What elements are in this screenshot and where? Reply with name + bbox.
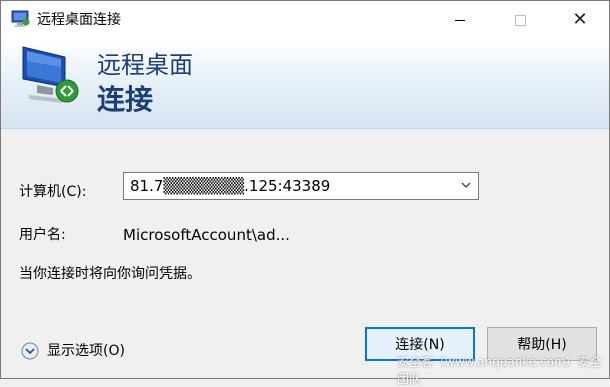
minimize-icon (455, 19, 465, 21)
remote-desktop-icon (11, 10, 30, 27)
username-value: MicrosoftAccount\ad... (123, 226, 290, 244)
banner-divider (1, 128, 609, 129)
credentials-info-text: 当你连接时将向你询问凭据。 (19, 266, 201, 282)
watermark-text: 安全客（www.anquanke.com）安全团队 (397, 355, 602, 386)
close-button[interactable]: ✕ (557, 1, 603, 39)
close-icon: ✕ (572, 9, 588, 30)
show-options-toggle[interactable]: 显示选项(O) (21, 341, 125, 361)
title-bar[interactable]: 远程桌面连接 ✕ (1, 1, 609, 39)
computer-label: 计算机(C): (19, 184, 87, 200)
remote-desktop-large-icon (22, 46, 79, 103)
maximize-icon (514, 14, 526, 26)
computer-combobox[interactable]: 81.7▒▒▒▒▒▒▒.125:43389 (123, 172, 479, 200)
chevron-down-icon[interactable] (460, 179, 472, 191)
window-title: 远程桌面连接 (37, 12, 121, 28)
remote-desktop-window: 远程桌面连接 ✕ 远程桌面 连接 计算机(C): 81.7▒▒▒▒▒▒▒.125… (0, 0, 610, 386)
computer-value[interactable]: 81.7▒▒▒▒▒▒▒.125:43389 (130, 177, 330, 195)
username-label: 用户名: (19, 227, 66, 243)
banner-title-line2: 连接 (97, 83, 154, 116)
header-banner (1, 39, 609, 129)
minimize-button[interactable] (437, 1, 483, 39)
expand-circle-icon[interactable] (21, 342, 39, 360)
show-options-label[interactable]: 显示选项(O) (47, 342, 125, 360)
maximize-button[interactable] (497, 1, 543, 39)
banner-title-line1: 远程桌面 (97, 51, 193, 79)
